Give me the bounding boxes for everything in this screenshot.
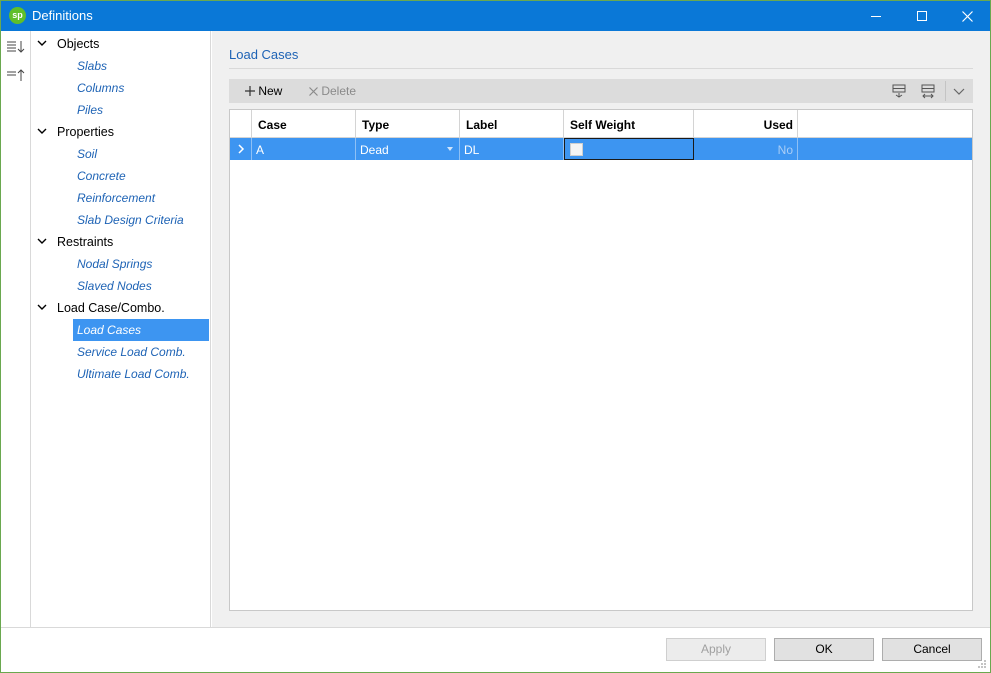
- row-filler: [798, 138, 972, 160]
- tree-group-restraints[interactable]: Restraints: [31, 231, 209, 253]
- insert-row-icon[interactable]: [891, 83, 907, 99]
- close-icon: [961, 10, 973, 22]
- tree-item-label: Slab Design Criteria: [77, 213, 184, 227]
- tree-item-ultimate-load-comb[interactable]: Ultimate Load Comb.: [73, 363, 209, 385]
- new-label: New: [258, 84, 283, 98]
- resize-grip-icon[interactable]: [977, 659, 987, 669]
- dropdown-arrow-icon[interactable]: [447, 147, 453, 151]
- plus-icon: [245, 86, 255, 96]
- tree-item-label: Concrete: [77, 169, 126, 183]
- apply-button[interactable]: Apply: [666, 638, 766, 661]
- tree-item-label: Soil: [77, 147, 98, 161]
- tree-group-load-case-combo[interactable]: Load Case/Combo.: [31, 297, 209, 319]
- tree-item-nodal-springs[interactable]: Nodal Springs: [73, 253, 209, 275]
- column-header-label[interactable]: Label: [460, 110, 564, 138]
- chevron-down-icon[interactable]: [37, 125, 47, 137]
- tree-toolbar: [1, 31, 31, 627]
- cell-label[interactable]: DL: [460, 138, 564, 160]
- load-cases-grid: Case Type Label Self Weight Used A Dead …: [229, 109, 973, 611]
- cell-value: DL: [464, 143, 480, 157]
- tree-item-label: Load Cases: [77, 323, 142, 337]
- main-panel: Load Cases New Delete Case Type Label Se…: [212, 31, 990, 627]
- cancel-button[interactable]: Cancel: [882, 638, 982, 661]
- chevron-down-icon[interactable]: [951, 83, 967, 99]
- tree-group-objects[interactable]: Objects: [31, 33, 209, 55]
- column-header-used[interactable]: Used: [694, 110, 798, 138]
- column-header-label: Type: [362, 118, 390, 132]
- sort-ascending-button[interactable]: [6, 67, 26, 85]
- tree-group-label: Restraints: [57, 235, 114, 249]
- maximize-button[interactable]: [899, 1, 945, 31]
- cell-value: No: [777, 143, 793, 157]
- column-header-type[interactable]: Type: [356, 110, 460, 138]
- swap-rows-icon[interactable]: [920, 83, 936, 99]
- minimize-button[interactable]: [853, 1, 899, 31]
- tree-group-label: Load Case/Combo.: [57, 301, 165, 315]
- tree-item-reinforcement[interactable]: Reinforcement: [73, 187, 209, 209]
- tree-group-label: Properties: [57, 125, 114, 139]
- grid-toolbar: New Delete: [229, 79, 973, 103]
- tree-item-columns[interactable]: Columns: [73, 77, 209, 99]
- section-title: Load Cases: [229, 47, 299, 62]
- tree-item-label: Reinforcement: [77, 191, 156, 205]
- tree-item-label: Piles: [77, 103, 104, 117]
- chevron-down-icon[interactable]: [37, 235, 47, 247]
- row-indicator[interactable]: [230, 138, 252, 160]
- column-header-label: Label: [466, 118, 498, 132]
- x-icon: [309, 87, 318, 96]
- sort-descending-icon: [7, 41, 25, 53]
- table-row[interactable]: A Dead DL No: [230, 138, 972, 160]
- cell-case[interactable]: A: [252, 138, 356, 160]
- cell-value: A: [256, 143, 265, 157]
- tree-group-label: Objects: [57, 37, 100, 51]
- column-header-case[interactable]: Case: [252, 110, 356, 138]
- chevron-down-icon[interactable]: [37, 301, 47, 313]
- toolbar-separator: [945, 81, 946, 101]
- new-button[interactable]: New: [245, 79, 282, 103]
- header-filler: [798, 110, 972, 138]
- tree-item-label: Columns: [77, 81, 125, 95]
- chevron-right-icon: [238, 144, 245, 154]
- definitions-window: sp Definitions Objects Slabs Columns Pil…: [0, 0, 991, 673]
- ok-button[interactable]: OK: [774, 638, 874, 661]
- title-bar: sp Definitions: [1, 1, 990, 31]
- tree-item-service-load-comb[interactable]: Service Load Comb.: [73, 341, 209, 363]
- column-header-label: Case: [258, 118, 287, 132]
- close-button[interactable]: [944, 1, 990, 31]
- dialog-footer: Apply OK Cancel: [1, 627, 990, 672]
- minimize-icon: [871, 15, 881, 17]
- tree-item-label: Service Load Comb.: [77, 345, 186, 359]
- cell-self-weight[interactable]: [564, 138, 694, 160]
- maximize-icon: [917, 11, 927, 21]
- delete-label: Delete: [321, 84, 357, 98]
- cell-type-dropdown[interactable]: Dead: [356, 138, 460, 160]
- column-header-self-weight[interactable]: Self Weight: [564, 110, 694, 138]
- chevron-down-icon[interactable]: [37, 37, 47, 49]
- tree-item-slab-design-criteria[interactable]: Slab Design Criteria: [73, 209, 209, 231]
- tree-item-soil[interactable]: Soil: [73, 143, 209, 165]
- tree-item-label: Slaved Nodes: [77, 279, 152, 293]
- tree-item-piles[interactable]: Piles: [73, 99, 209, 121]
- tree-item-slaved-nodes[interactable]: Slaved Nodes: [73, 275, 209, 297]
- sort-descending-button[interactable]: [6, 39, 26, 57]
- tree-item-label: Ultimate Load Comb.: [77, 367, 190, 381]
- tree-item-label: Slabs: [77, 59, 108, 73]
- self-weight-checkbox[interactable]: [570, 143, 583, 156]
- tree-item-slabs[interactable]: Slabs: [73, 55, 209, 77]
- tree-item-load-cases[interactable]: Load Cases: [73, 319, 209, 341]
- cell-value: Dead: [360, 143, 389, 157]
- sort-ascending-icon: [7, 69, 25, 81]
- column-header-label: Self Weight: [570, 118, 636, 132]
- section-divider: [229, 68, 973, 69]
- row-header-column: [230, 110, 252, 138]
- delete-button[interactable]: Delete: [309, 79, 356, 103]
- window-title: Definitions: [32, 8, 93, 23]
- column-header-label: Used: [763, 118, 793, 132]
- tree-item-concrete[interactable]: Concrete: [73, 165, 209, 187]
- tree-item-label: Nodal Springs: [77, 257, 153, 271]
- cell-used: No: [694, 138, 798, 160]
- definitions-tree: Objects Slabs Columns Piles Properties S…: [31, 31, 211, 627]
- tree-group-properties[interactable]: Properties: [31, 121, 209, 143]
- app-logo-icon: sp: [9, 7, 26, 24]
